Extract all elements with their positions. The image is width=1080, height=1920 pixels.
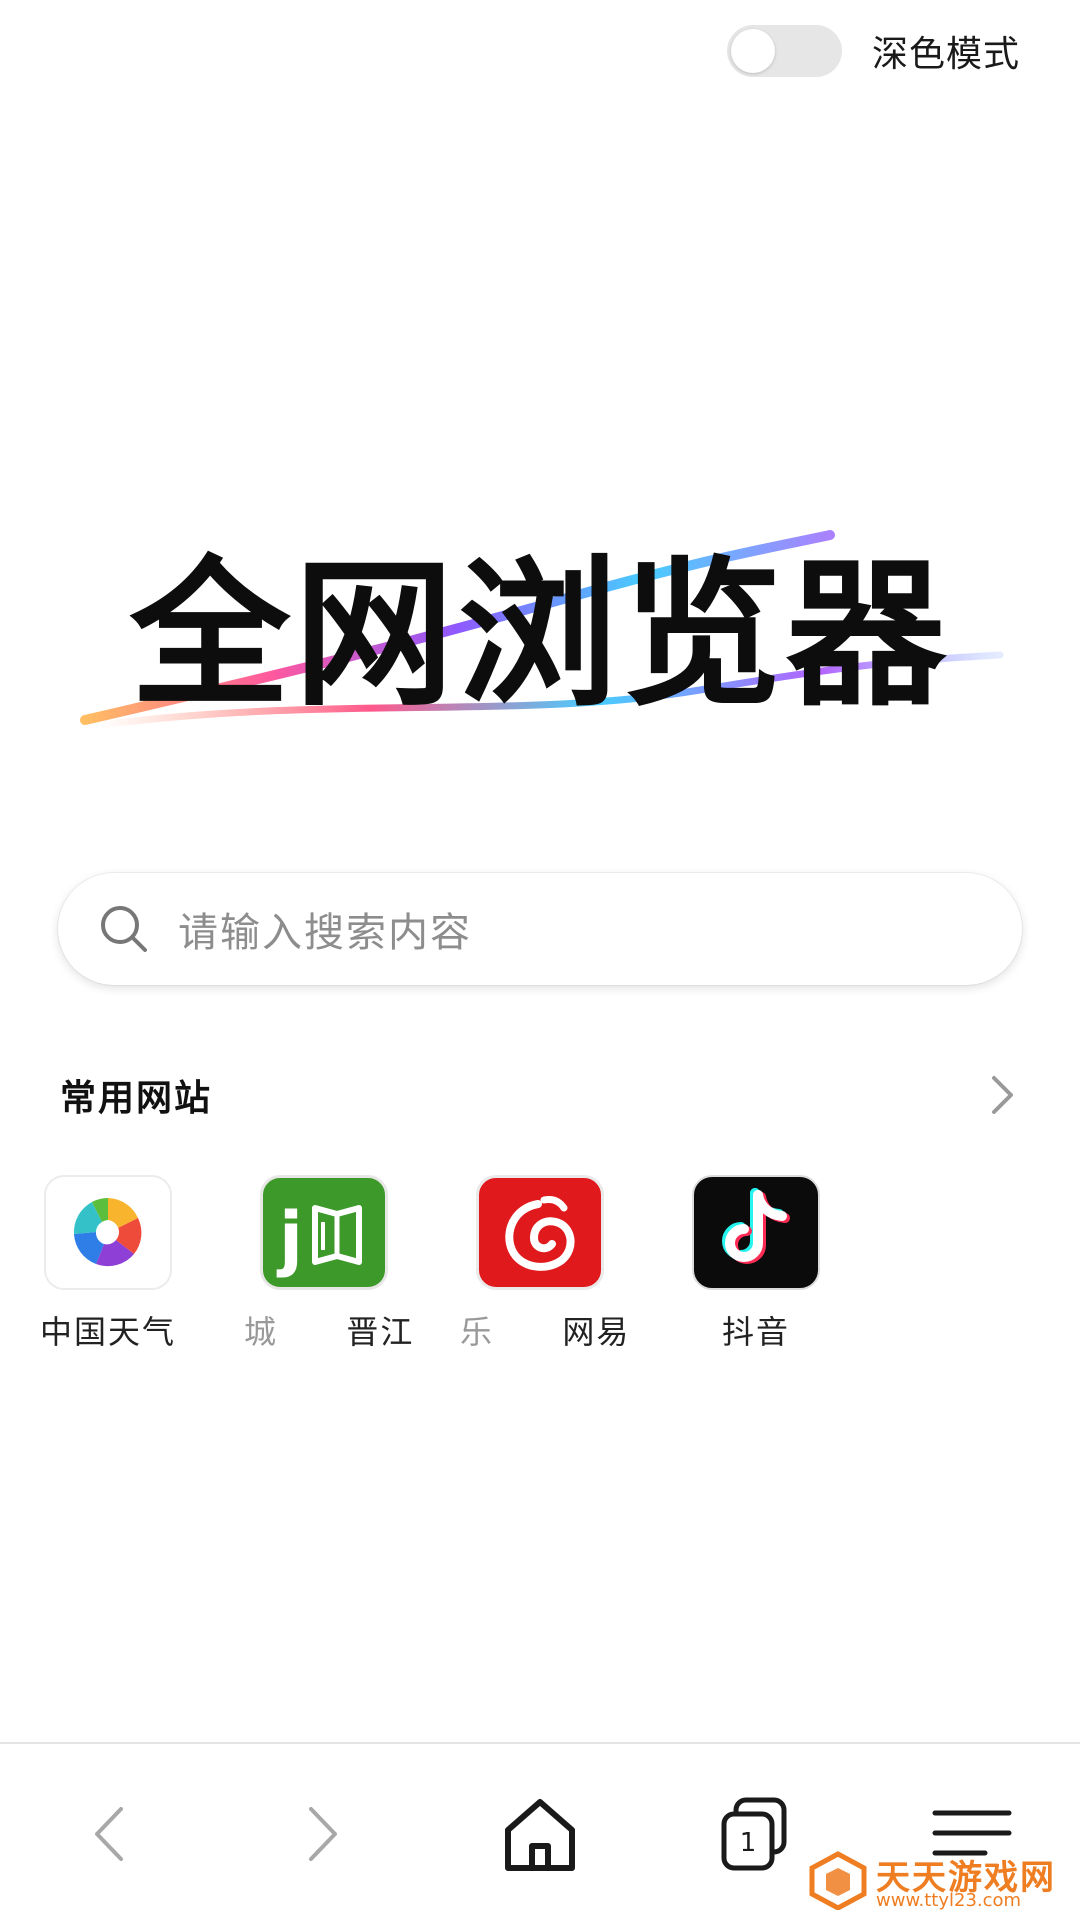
site-label-row: 乐 网易: [460, 1307, 628, 1353]
browser-home: 深色模式 全网浏览器 请输入搜索内容 常用网站 中国天气 j 城 晋江 乐 网易…: [0, 0, 1080, 1920]
logo-text: 全网浏览器: [129, 541, 950, 728]
top-bar: 深色模式: [726, 25, 1020, 77]
frequent-sites-header: 常用网站: [60, 1065, 1020, 1125]
douyin-icon: [692, 1175, 820, 1290]
back-button[interactable]: [58, 1784, 158, 1884]
watermark-logo-icon: [809, 1851, 867, 1910]
dark-mode-label: 深色模式: [871, 34, 1020, 75]
frequent-sites-list: 中国天气 j 城 晋江 乐 网易 抖音: [0, 1175, 1080, 1355]
search-icon: [101, 906, 147, 952]
forward-button[interactable]: [274, 1784, 374, 1884]
search-input[interactable]: 请输入搜索内容: [178, 900, 472, 958]
watermark-url: www.ttyl23.com: [876, 1890, 1022, 1911]
netease-music-icon: [476, 1175, 604, 1290]
chevron-right-icon: [309, 1807, 337, 1861]
site-watermark: 天天游戏网 www.ttyl23.com: [808, 1850, 1058, 1911]
site-label: 中国天气: [40, 1313, 177, 1351]
tabs-button[interactable]: 1: [704, 1784, 804, 1884]
site-label: 网易: [562, 1313, 631, 1351]
site-item-netease[interactable]: 乐 网易: [460, 1175, 628, 1351]
frequent-sites-title: 常用网站: [60, 1078, 213, 1119]
site-label-row: 城 晋江: [244, 1307, 412, 1353]
jinjiang-icon: j: [260, 1175, 388, 1290]
truncated-label-fragment: 城: [244, 1313, 279, 1351]
chevron-left-icon: [95, 1807, 123, 1861]
tab-count: 1: [740, 1828, 757, 1858]
truncated-label-fragment: 乐: [460, 1313, 495, 1351]
app-logo: 全网浏览器: [0, 520, 1080, 760]
chevron-right-icon[interactable]: [984, 1070, 1020, 1120]
china-weather-icon: [44, 1175, 172, 1290]
home-button[interactable]: [490, 1784, 590, 1884]
site-label: 晋江: [346, 1313, 415, 1351]
site-item-china-weather[interactable]: 中国天气: [40, 1175, 174, 1351]
search-bar[interactable]: 请输入搜索内容: [58, 873, 1022, 985]
tabs-icon: 1: [721, 1797, 787, 1871]
site-item-jinjiang[interactable]: j 城 晋江: [244, 1175, 412, 1351]
dark-mode-toggle[interactable]: [726, 25, 842, 77]
svg-text:j: j: [276, 1197, 303, 1279]
toggle-knob: [730, 29, 775, 73]
home-icon: [505, 1799, 575, 1871]
site-item-douyin[interactable]: 抖音: [692, 1175, 820, 1351]
site-label: 抖音: [722, 1313, 791, 1351]
